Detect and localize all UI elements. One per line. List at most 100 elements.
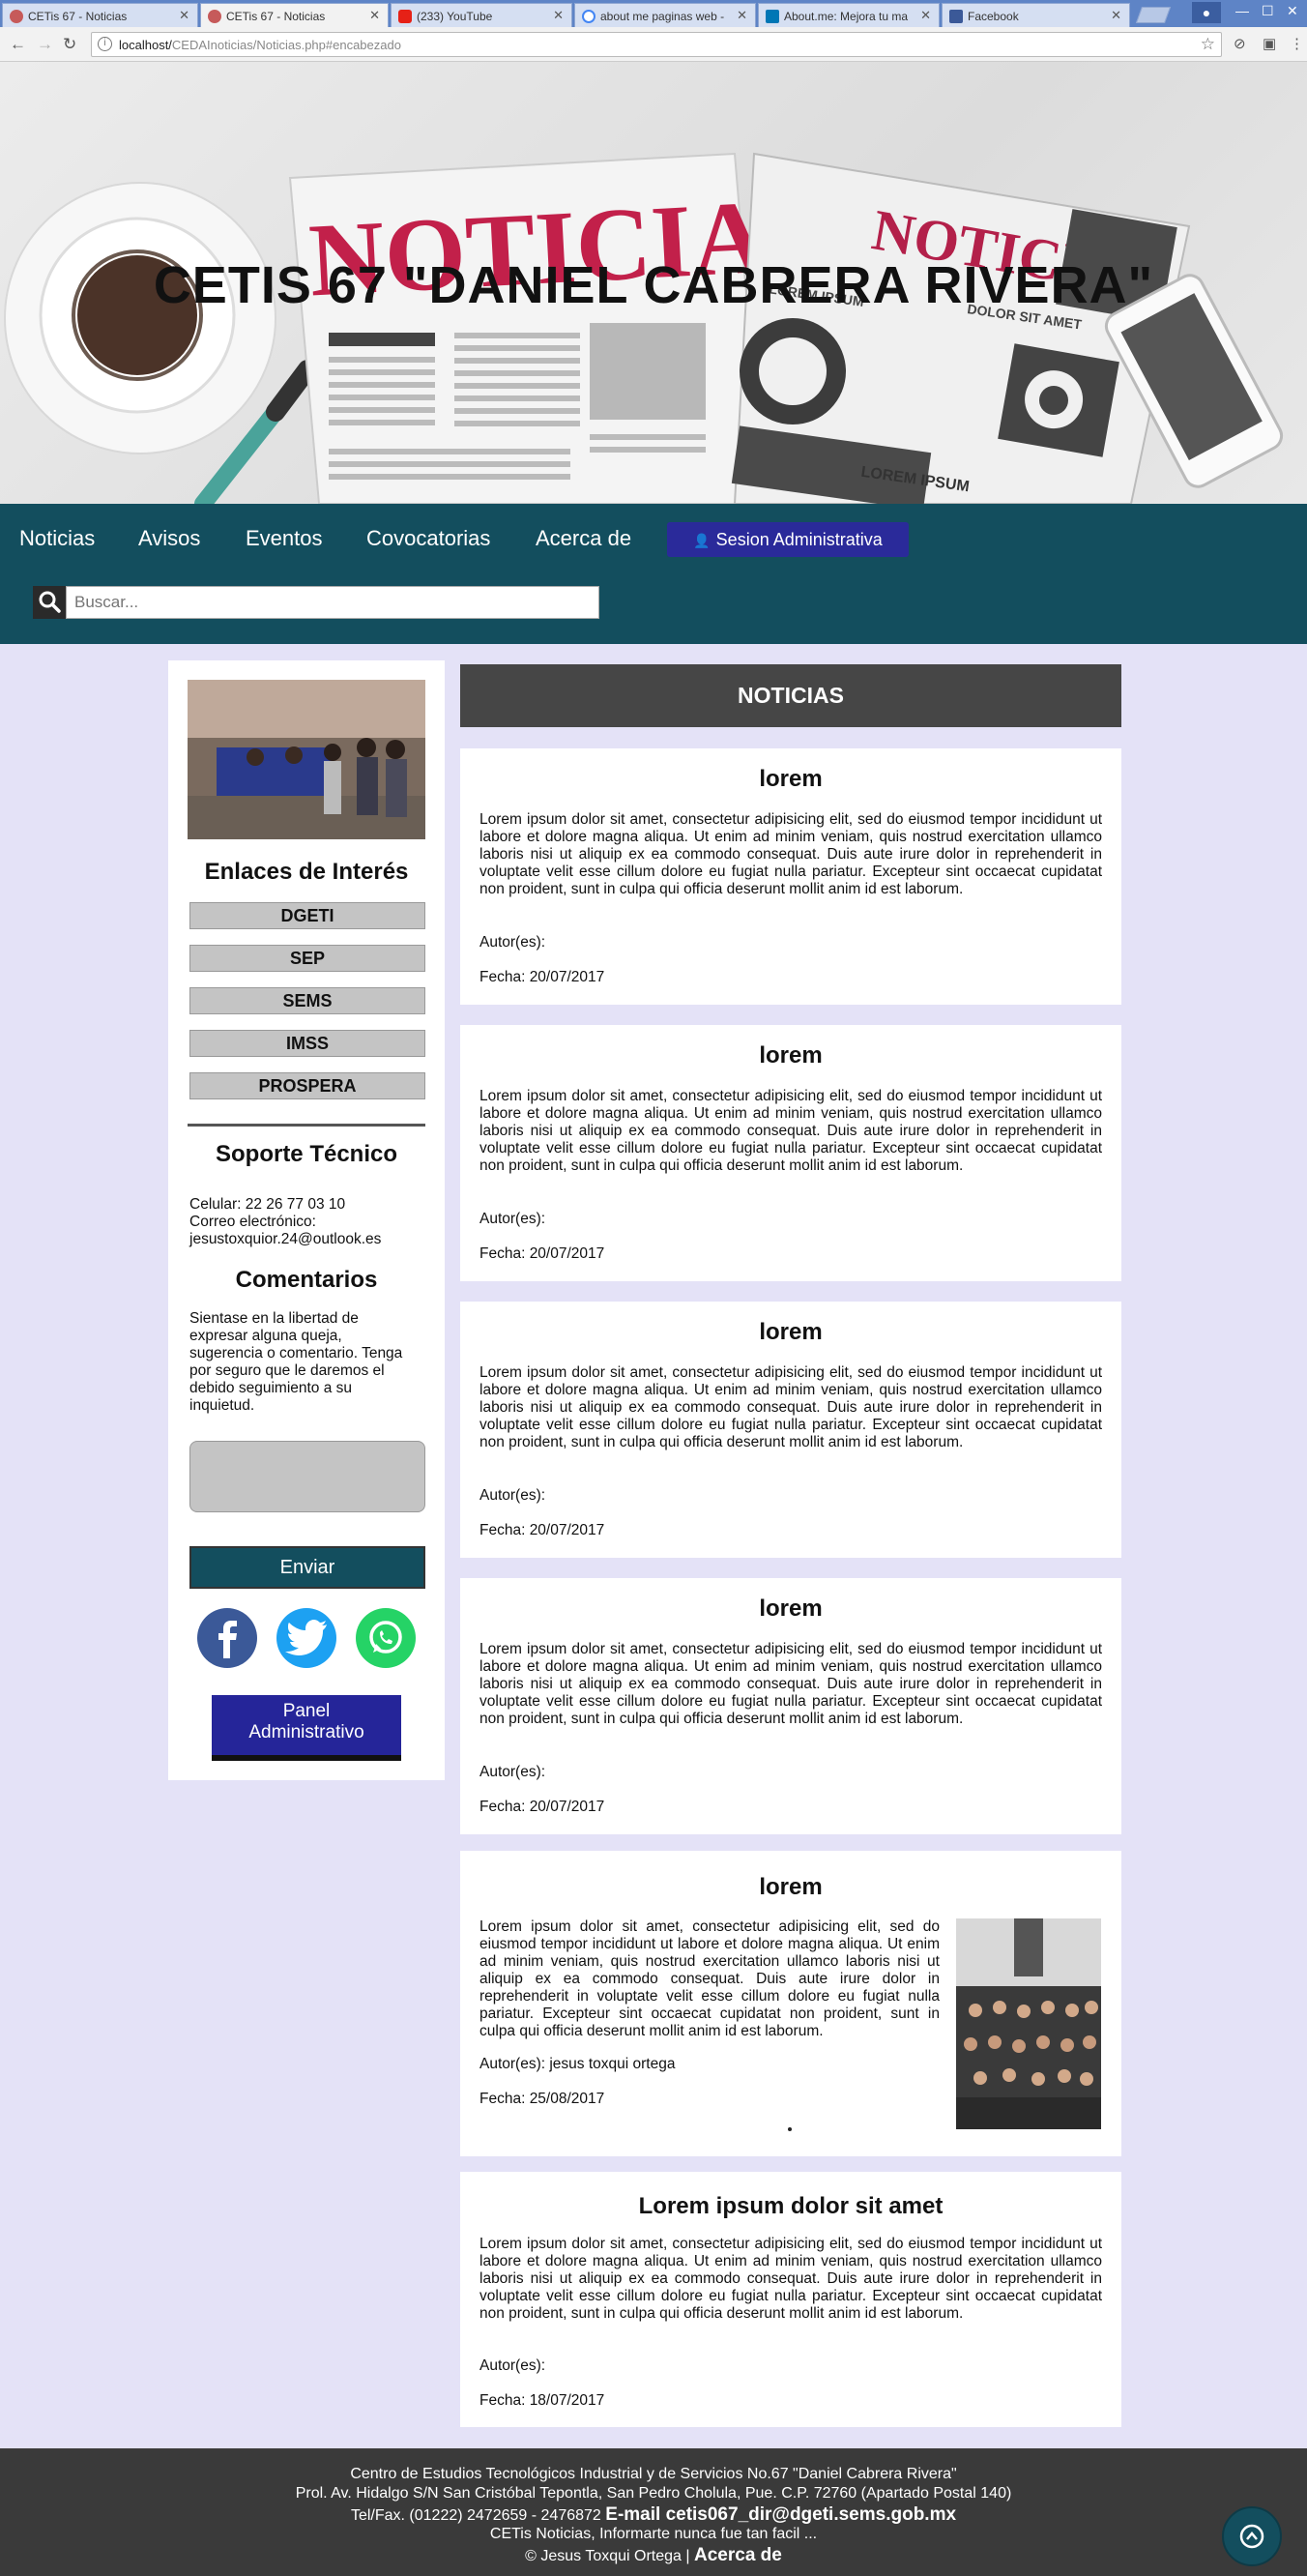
news-article: lorem Lorem ipsum dolor sit amet, consec… [460, 748, 1121, 1005]
info-icon[interactable]: i [98, 37, 112, 51]
article-author: Autor(es): jesus toxqui ortega [479, 2056, 676, 2072]
user-icon: 👤 [693, 533, 711, 548]
support-email-label: Correo electrónico: [189, 1214, 316, 1230]
admin-panel-label: Panel [282, 1701, 331, 1721]
news-article: lorem Lorem ipsum dolor sit amet, consec… [460, 1025, 1121, 1281]
url-host: localhost/ [119, 38, 172, 52]
url-field[interactable]: i localhost/CEDAInoticias/Noticias.php#e… [91, 32, 1222, 57]
browser-tab-2[interactable]: CETis 67 - Noticias ✕ [200, 3, 389, 27]
footer-copyright: © Jesus Toxqui Ortega | Acerca de [0, 2545, 1307, 2566]
footer-copyright-text: © Jesus Toxqui Ortega | [525, 2548, 690, 2564]
article-body: Lorem ipsum dolor sit amet, consectetur … [479, 1364, 1102, 1450]
carousel-dot[interactable] [788, 2127, 792, 2131]
link-sep[interactable]: SEP [189, 945, 425, 972]
article-date: Fecha: 20/07/2017 [479, 1245, 605, 1262]
back-arrow-icon[interactable]: ← [10, 35, 26, 54]
forward-arrow-icon[interactable]: → [37, 35, 53, 54]
header-banner: NOTICIAS NOTICIAS LOREM IPSUM LOREM IPSU… [0, 62, 1307, 504]
linkedin-icon [766, 10, 779, 23]
scroll-to-top-button[interactable] [1222, 2506, 1282, 2566]
news-article-with-photo: lorem Lorem ipsum dolor sit amet, consec… [460, 1851, 1121, 2156]
article-date: Fecha: 20/07/2017 [479, 1799, 605, 1815]
new-tab-button[interactable] [1135, 7, 1172, 23]
article-body: Lorem ipsum dolor sit amet, consectetur … [479, 1918, 940, 2039]
menu-icon[interactable]: ⋮ [1290, 35, 1304, 52]
browser-tab-strip: CETis 67 - Noticias ✕ CETis 67 - Noticia… [0, 0, 1307, 27]
nav-link-noticias[interactable]: Noticias [19, 526, 95, 551]
nav-link-avisos[interactable]: Avisos [138, 526, 200, 551]
close-icon[interactable]: ✕ [1111, 8, 1121, 23]
close-icon[interactable]: ✕ [920, 8, 931, 23]
send-comment-button[interactable]: Enviar [189, 1546, 425, 1589]
cetis-favicon-icon [208, 10, 221, 23]
close-icon[interactable]: ✕ [737, 8, 747, 23]
comment-textarea[interactable] [189, 1441, 425, 1512]
article-title: lorem [759, 1319, 823, 1345]
close-icon[interactable]: ✕ [369, 8, 380, 23]
admin-session-button[interactable]: 👤 Sesion Administrativa [667, 522, 909, 557]
extension-icon[interactable]: ⊘ [1234, 35, 1246, 52]
facebook-icon [949, 10, 963, 23]
footer-about-link[interactable]: Acerca de [694, 2545, 782, 2565]
article-author: Autor(es): [479, 934, 546, 951]
page-footer: Centro de Estudios Tecnológicos Industri… [0, 2448, 1307, 2576]
comments-line: debido seguimiento a su [189, 1380, 353, 1396]
main-navigation: Noticias Avisos Eventos Covocatorias Ace… [0, 504, 1307, 644]
support-heading: Soporte Técnico [215, 1141, 398, 1167]
article-author: Autor(es): [479, 1764, 546, 1780]
close-icon[interactable]: ✕ [179, 8, 189, 23]
tab-title: (233) YouTube [417, 10, 493, 23]
news-article: lorem Lorem ipsum dolor sit amet, consec… [460, 1578, 1121, 1834]
browser-tab-1[interactable]: CETis 67 - Noticias ✕ [2, 3, 198, 27]
link-dgeti[interactable]: DGETI [189, 902, 425, 929]
comments-line: Sientase en la libertad de [189, 1310, 359, 1327]
school-event-photo [188, 680, 425, 839]
comments-line: expresar alguna queja, [189, 1328, 342, 1344]
tab-title: About.me: Mejora tu ma [784, 10, 909, 23]
footer-email[interactable]: E-mail cetis067_dir@dgeti.sems.gob.mx [605, 2504, 956, 2525]
browser-tab-5[interactable]: About.me: Mejora tu ma ✕ [758, 3, 940, 27]
address-bar: ← → ↻ i localhost/CEDAInoticias/Noticias… [0, 27, 1307, 62]
reload-icon[interactable]: ↻ [63, 35, 76, 54]
bookmark-star-icon[interactable]: ☆ [1201, 35, 1215, 54]
maximize-icon[interactable]: ☐ [1262, 3, 1274, 19]
link-prospera[interactable]: PROSPERA [189, 1072, 425, 1099]
comments-line: sugerencia o comentario. Tenga [189, 1345, 403, 1361]
link-imss[interactable]: IMSS [189, 1030, 425, 1057]
nav-link-convocatorias[interactable]: Covocatorias [366, 526, 490, 551]
browser-tab-4[interactable]: about me paginas web - ✕ [574, 3, 756, 27]
youtube-icon [398, 10, 412, 23]
tab-title: about me paginas web - [600, 10, 725, 23]
support-contact: Celular: 22 26 77 03 10 Correo electróni… [189, 1196, 425, 1248]
twitter-icon[interactable] [276, 1608, 336, 1668]
close-window-icon[interactable]: ✕ [1287, 3, 1298, 19]
close-icon[interactable]: ✕ [553, 8, 564, 23]
tab-title: CETis 67 - Noticias [226, 10, 326, 23]
facebook-icon[interactable] [197, 1608, 257, 1668]
browser-tab-3[interactable]: (233) YouTube ✕ [391, 3, 572, 27]
comments-line: por seguro que le daremos el [189, 1362, 385, 1379]
whatsapp-icon[interactable] [356, 1608, 416, 1668]
nav-link-eventos[interactable]: Eventos [246, 526, 323, 551]
browser-tab-6[interactable]: Facebook ✕ [942, 3, 1130, 27]
article-body: Lorem ipsum dolor sit amet, consectetur … [479, 1088, 1102, 1174]
extension-icon[interactable]: ▣ [1263, 35, 1276, 52]
links-heading: Enlaces de Interés [204, 859, 409, 885]
google-icon [582, 10, 595, 23]
link-sems[interactable]: SEMS [189, 987, 425, 1014]
article-date: Fecha: 20/07/2017 [479, 1522, 605, 1538]
footer-school-name: Centro de Estudios Tecnológicos Industri… [350, 2466, 957, 2482]
news-article: Lorem ipsum dolor sit amet Lorem ipsum d… [460, 2172, 1121, 2427]
article-date: Fecha: 25/08/2017 [479, 2091, 605, 2107]
nav-link-acerca-de[interactable]: Acerca de [536, 526, 631, 551]
search-input[interactable] [66, 586, 599, 619]
minimize-icon[interactable]: — [1235, 3, 1249, 18]
admin-panel-button[interactable]: Panel Administrativo [212, 1695, 401, 1761]
profile-icon[interactable]: ● [1192, 2, 1221, 23]
tab-title: Facebook [968, 10, 1019, 23]
article-title: Lorem ipsum dolor sit amet [638, 2193, 944, 2219]
article-group-photo [956, 1918, 1101, 2129]
support-email: jesustoxquior.24@outlook.es [189, 1231, 382, 1247]
search-icon[interactable] [33, 586, 66, 619]
url-path: CEDAInoticias/Noticias.php#encabezado [171, 38, 401, 52]
